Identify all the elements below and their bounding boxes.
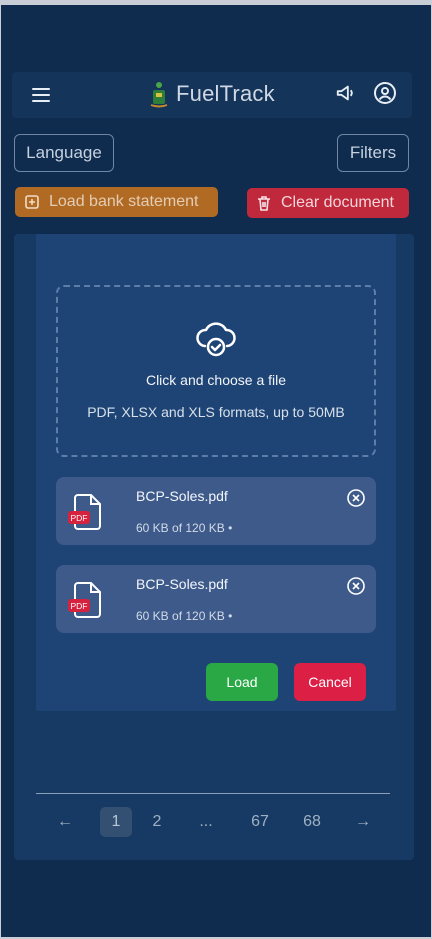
page-ellipsis: ... xyxy=(199,813,213,830)
load-bank-statement-label: Load bank statement xyxy=(49,193,199,210)
user-profile-button[interactable] xyxy=(372,80,398,106)
pdf-badge: PDF xyxy=(71,601,88,611)
file-meta: 60 KB of 120 KB • xyxy=(136,521,233,535)
next-page-button[interactable]: → xyxy=(348,807,378,837)
filters-button[interactable]: Filters xyxy=(337,134,409,172)
file-card: PDF BCP-Soles.pdf 60 KB of 120 KB • xyxy=(56,477,376,545)
file-name: BCP-Soles.pdf xyxy=(136,576,228,592)
hamburger-menu-button[interactable] xyxy=(28,82,54,108)
cancel-button[interactable]: Cancel xyxy=(294,663,366,701)
pdf-file-icon: PDF xyxy=(68,582,101,618)
dropzone-subtitle: PDF, XLSX and XLS formats, up to 50MB xyxy=(87,404,345,420)
trash-icon xyxy=(258,195,270,211)
close-circle-icon[interactable] xyxy=(346,488,366,508)
clear-document-label: Clear document xyxy=(281,194,394,211)
hamburger-icon-line xyxy=(32,100,50,102)
brand[interactable]: FuelTrack xyxy=(148,79,275,109)
page-button-active[interactable]: 1 xyxy=(100,807,132,837)
page-button[interactable]: 2 xyxy=(142,807,172,837)
file-meta: 60 KB of 120 KB • xyxy=(136,609,233,623)
page-button[interactable]: 68 xyxy=(296,807,328,837)
file-name: BCP-Soles.pdf xyxy=(136,488,228,504)
pagination-divider xyxy=(36,793,390,794)
load-button[interactable]: Load xyxy=(206,663,278,701)
hamburger-icon-line xyxy=(32,88,50,90)
user-circle-icon xyxy=(374,82,396,104)
file-dropzone[interactable] xyxy=(56,285,376,457)
clear-document-button[interactable]: Clear document xyxy=(247,188,409,218)
pdf-file-icon: PDF xyxy=(68,494,101,530)
megaphone-icon xyxy=(336,85,353,101)
announcements-button[interactable] xyxy=(333,80,359,106)
close-circle-icon[interactable] xyxy=(346,576,366,596)
language-button[interactable]: Language xyxy=(14,134,114,172)
app-title: FuelTrack xyxy=(176,81,275,106)
pdf-badge: PDF xyxy=(71,513,88,523)
page-button[interactable]: 67 xyxy=(244,807,276,837)
hamburger-icon-line xyxy=(32,94,50,96)
plus-square-icon xyxy=(25,195,39,209)
prev-page-button[interactable]: ← xyxy=(50,807,80,837)
load-bank-statement-button[interactable]: Load bank statement xyxy=(15,187,218,217)
dropzone-title: Click and choose a file xyxy=(145,372,287,388)
file-card: PDF BCP-Soles.pdf 60 KB of 120 KB • xyxy=(56,565,376,633)
cloud-check-icon xyxy=(196,322,236,357)
fueltrack-logo-icon xyxy=(150,82,168,108)
